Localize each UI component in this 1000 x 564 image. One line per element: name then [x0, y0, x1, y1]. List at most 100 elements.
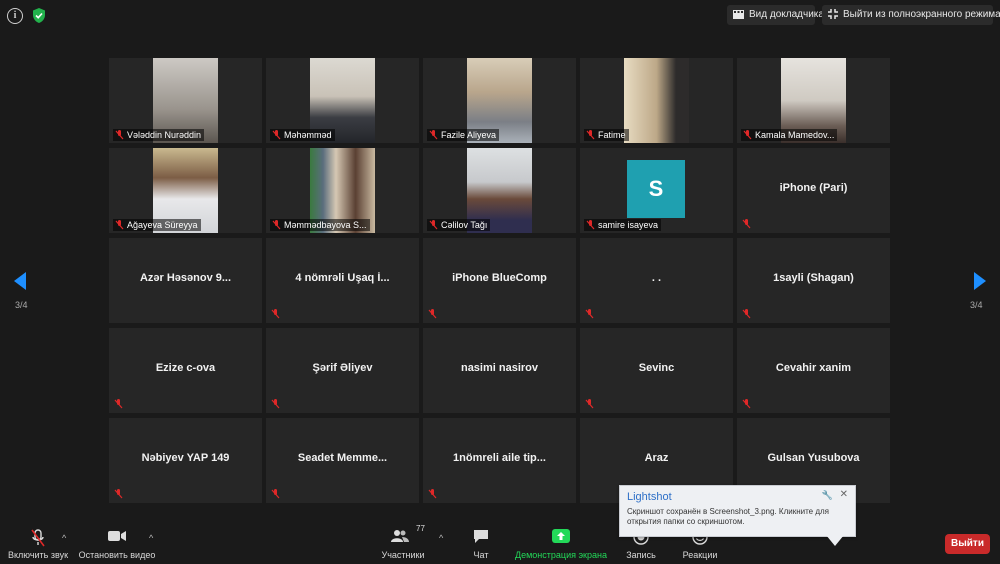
participant-tile[interactable]: . .	[580, 238, 733, 323]
lightshot-notification[interactable]: Lightshot 🔧 ✕ Скриншот сохранён в Screen…	[619, 485, 856, 537]
record-label: Запись	[626, 550, 656, 560]
participant-tile[interactable]: Ezize c-ova	[109, 328, 262, 413]
participant-name-label: Fatime	[584, 129, 629, 141]
participant-tile[interactable]: iPhone BlueComp	[423, 238, 576, 323]
participant-tile[interactable]: Cəlilov Tağı	[423, 148, 576, 233]
participant-tile[interactable]: Cevahir xanim	[737, 328, 890, 413]
participants-count: 77	[416, 524, 425, 533]
participant-name: Cevahir xanim	[775, 362, 852, 374]
audio-options-caret-icon[interactable]: ^	[62, 533, 66, 543]
muted-mic-icon	[429, 220, 438, 230]
speaker-view-label: Вид докладчика	[749, 9, 824, 20]
participant-tile[interactable]: S samire isayeva	[580, 148, 733, 233]
participant-tile[interactable]: nasimi nasirov	[423, 328, 576, 413]
participant-tile[interactable]: Seadet Memme...	[266, 418, 419, 503]
participant-tile[interactable]: Şərif Əliyev	[266, 328, 419, 413]
muted-mic-icon	[585, 399, 594, 409]
unmute-label: Включить звук	[7, 550, 69, 560]
participant-name: iPhone BlueComp	[452, 272, 547, 284]
participant-name: Ezize c-ova	[155, 362, 216, 374]
muted-mic-icon	[743, 130, 752, 140]
participant-name: 1nömreli aile tip...	[453, 452, 546, 464]
participant-name: nasimi nasirov	[460, 362, 539, 374]
muted-mic-icon	[31, 529, 45, 547]
participant-tile[interactable]: Kamala Mamedov...	[737, 58, 890, 143]
previous-page-arrow-icon[interactable]	[14, 272, 26, 290]
stop-video-label: Остановить видео	[78, 550, 156, 560]
reactions-label: Реакции	[682, 550, 718, 560]
page-indicator-right: 3/4	[970, 300, 983, 310]
muted-mic-icon	[742, 219, 751, 229]
pin-icon[interactable]: 🔧	[822, 490, 833, 501]
muted-mic-icon	[428, 309, 437, 319]
participants-button[interactable]: 77 Участники	[380, 524, 426, 564]
muted-mic-icon	[429, 130, 438, 140]
participants-options-caret-icon[interactable]: ^	[439, 533, 443, 543]
page-indicator-left: 3/4	[15, 300, 28, 310]
participant-name: Araz	[644, 452, 669, 464]
share-screen-icon	[552, 529, 570, 543]
participant-name: 1sayli (Shagan)	[773, 272, 854, 284]
participant-name-label: Fazile Aliyeva	[427, 129, 500, 141]
participant-name: 4 nömrəli Uşaq İ...	[295, 272, 390, 284]
participant-name: iPhone (Pari)	[779, 182, 848, 194]
participant-name-label: Məmmədbayova S...	[270, 219, 370, 231]
participant-tile[interactable]: Vəlәddin Nurəddin	[109, 58, 262, 143]
participant-name: Nəbiyev YAP 149	[141, 452, 230, 464]
top-bar: i Вид докладчика Выйти из полноэкранного…	[0, 0, 1000, 32]
unmute-button[interactable]: Включить звук	[5, 524, 71, 564]
participant-name-label: Kamala Mamedov...	[741, 129, 838, 141]
participant-tile[interactable]: Nəbiyev YAP 149	[109, 418, 262, 503]
notification-title: Lightshot	[627, 491, 672, 503]
exit-fullscreen-button[interactable]: Выйти из полноэкранного режима	[822, 5, 1000, 25]
participant-name: Sevinc	[638, 362, 675, 374]
notification-message: Скриншот сохранён в Screenshot_3.png. Кл…	[627, 507, 829, 526]
speaker-view-button[interactable]: Вид докладчика	[727, 5, 824, 25]
participant-name-label: Vəlәddin Nurəddin	[113, 129, 205, 141]
stop-video-button[interactable]: Остановить видео	[78, 524, 156, 564]
muted-mic-icon	[271, 399, 280, 409]
participant-name: Şərif Əliyev	[312, 362, 373, 374]
participants-icon	[391, 530, 409, 542]
participants-label: Участники	[381, 550, 425, 560]
participant-tile[interactable]: Məhəmməd	[266, 58, 419, 143]
muted-mic-icon	[272, 220, 281, 230]
muted-mic-icon	[742, 309, 751, 319]
video-camera-icon	[108, 531, 126, 541]
participant-tile[interactable]: Azər Həsənov 9...	[109, 238, 262, 323]
notification-pointer	[826, 535, 844, 546]
participant-tile[interactable]: Ağayeva Süreyya	[109, 148, 262, 233]
next-page-arrow-icon[interactable]	[974, 272, 986, 290]
speaker-view-icon	[733, 9, 744, 19]
participant-tile[interactable]: Sevinc	[580, 328, 733, 413]
participant-name: . .	[651, 272, 662, 284]
participant-name: Gulsan Yusubova	[767, 452, 860, 464]
participant-name: Azər Həsənov 9...	[139, 272, 232, 284]
participant-tile[interactable]: 1sayli (Shagan)	[737, 238, 890, 323]
video-options-caret-icon[interactable]: ^	[149, 533, 153, 543]
participant-video	[624, 58, 689, 143]
participant-tile[interactable]: Fazile Aliyeva	[423, 58, 576, 143]
participant-name: Seadet Memme...	[297, 452, 388, 464]
exit-fullscreen-icon	[828, 9, 838, 20]
close-icon[interactable]: ✕	[840, 489, 848, 500]
participant-tile[interactable]: Fatime	[580, 58, 733, 143]
share-screen-button[interactable]: Демонстрация экрана	[514, 524, 608, 564]
participant-tile[interactable]: 1nömreli aile tip...	[423, 418, 576, 503]
muted-mic-icon	[742, 399, 751, 409]
participant-tile[interactable]: iPhone (Pari)	[737, 148, 890, 233]
muted-mic-icon	[114, 489, 123, 499]
participant-avatar: S	[627, 160, 685, 218]
share-screen-label: Демонстрация экрана	[515, 550, 607, 560]
muted-mic-icon	[271, 309, 280, 319]
leave-meeting-button[interactable]: Выйти	[945, 534, 990, 554]
muted-mic-icon	[585, 309, 594, 319]
participant-tile[interactable]: Məmmədbayova S...	[266, 148, 419, 233]
participant-tile[interactable]: 4 nömrəli Uşaq İ...	[266, 238, 419, 323]
muted-mic-icon	[586, 130, 595, 140]
chat-button[interactable]: Чат	[466, 524, 496, 564]
info-icon[interactable]: i	[7, 8, 23, 24]
participant-name-label: Ağayeva Süreyya	[113, 219, 201, 231]
muted-mic-icon	[428, 489, 437, 499]
shield-icon[interactable]	[31, 7, 47, 24]
